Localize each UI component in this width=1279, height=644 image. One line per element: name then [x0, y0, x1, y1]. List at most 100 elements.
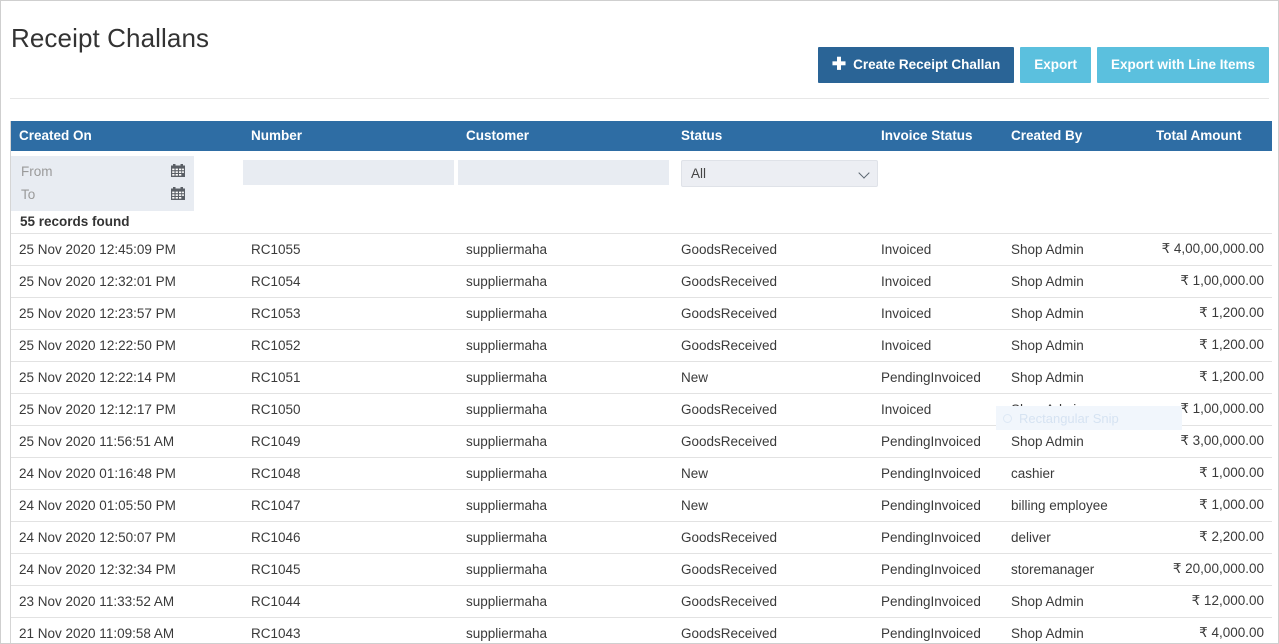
- column-header-customer[interactable]: Customer: [458, 121, 673, 151]
- cell-created-on: 25 Nov 2020 12:32:01 PM: [11, 265, 243, 298]
- cell-customer: suppliermaha: [458, 585, 673, 618]
- header-divider: [10, 98, 1269, 99]
- cell-amount: ₹ 4,00,00,000.00: [1148, 233, 1272, 266]
- table-row[interactable]: 23 Nov 2020 11:33:52 AM RC1044 suppliermah…: [11, 585, 1272, 618]
- date-from-field[interactable]: From: [11, 160, 194, 183]
- cell-status: GoodsReceived: [673, 265, 873, 298]
- cell-invoice-status: Invoiced: [873, 233, 1003, 266]
- cell-created-on: 24 Nov 2020 12:32:34 PM: [11, 553, 243, 586]
- cell-status: GoodsReceived: [673, 233, 873, 266]
- cell-invoice-status: PendingInvoiced: [873, 521, 1003, 554]
- export-button[interactable]: Export: [1020, 47, 1091, 83]
- table-row[interactable]: 25 Nov 2020 12:22:14 PM RC1051 suppliermah…: [11, 361, 1272, 394]
- table-body: From To All 55 records found: [11, 151, 1272, 234]
- filter-cell-invoice-status: [873, 151, 1003, 211]
- cell-amount: ₹ 2,200.00: [1148, 521, 1272, 554]
- cell-created-on: 23 Nov 2020 11:33:52 AM: [11, 585, 243, 618]
- cell-customer: suppliermaha: [458, 425, 673, 458]
- table-row[interactable]: 24 Nov 2020 12:50:07 PM RC1046 suppliermah…: [11, 521, 1272, 554]
- filter-cell-created-by: [1003, 151, 1148, 211]
- filter-cell-customer: [458, 151, 673, 211]
- number-filter-input[interactable]: [243, 160, 454, 185]
- table-row[interactable]: 21 Nov 2020 11:09:58 AM RC1043 suppliermah…: [11, 617, 1272, 643]
- cell-created-on: 24 Nov 2020 01:16:48 PM: [11, 457, 243, 490]
- cell-created-by: cashier: [1003, 457, 1148, 490]
- calendar-icon[interactable]: [171, 163, 185, 180]
- table-row[interactable]: 24 Nov 2020 01:16:48 PM RC1048 suppliermah…: [11, 457, 1272, 490]
- cell-customer: suppliermaha: [458, 393, 673, 426]
- plus-icon: ✚: [831, 54, 847, 74]
- action-button-bar: ✚ Create Receipt Challan Export Export w…: [817, 47, 1269, 83]
- filter-cell-total-amount: [1148, 151, 1272, 211]
- table-head: Created On Number Customer Status Invoic…: [11, 121, 1272, 151]
- cell-amount: ₹ 1,00,000.00: [1148, 265, 1272, 298]
- cell-status: GoodsReceived: [673, 297, 873, 330]
- cell-invoice-status: PendingInvoiced: [873, 361, 1003, 394]
- cell-created-by: Shop Admin: [1003, 617, 1148, 643]
- column-header-created-on[interactable]: Created On: [11, 121, 243, 151]
- cell-amount: ₹ 1,200.00: [1148, 361, 1272, 394]
- status-filter-wrapper: All: [681, 160, 878, 187]
- cell-amount: ₹ 1,000.00: [1148, 489, 1272, 522]
- cell-customer: suppliermaha: [458, 265, 673, 298]
- calendar-icon[interactable]: [171, 186, 185, 203]
- cell-number: RC1052: [243, 329, 458, 362]
- customer-filter-input[interactable]: [458, 160, 669, 185]
- column-header-created-by[interactable]: Created By: [1003, 121, 1148, 151]
- table-row[interactable]: 25 Nov 2020 12:12:17 PM RC1050 suppliermah…: [11, 393, 1272, 426]
- column-header-invoice-status[interactable]: Invoice Status: [873, 121, 1003, 151]
- cell-status: GoodsReceived: [673, 329, 873, 362]
- cell-customer: suppliermaha: [458, 361, 673, 394]
- cell-created-by: Shop Admin: [1003, 329, 1148, 362]
- cell-number: RC1053: [243, 297, 458, 330]
- cell-status: New: [673, 489, 873, 522]
- column-header-status[interactable]: Status: [673, 121, 873, 151]
- cell-created-on: 25 Nov 2020 12:23:57 PM: [11, 297, 243, 330]
- cell-created-on: 25 Nov 2020 12:22:50 PM: [11, 329, 243, 362]
- table-row[interactable]: 25 Nov 2020 11:56:51 AM RC1049 suppliermah…: [11, 425, 1272, 458]
- export-with-line-items-button[interactable]: Export with Line Items: [1096, 47, 1269, 83]
- table-row[interactable]: 25 Nov 2020 12:22:50 PM RC1052 suppliermah…: [11, 329, 1272, 362]
- cell-created-on: 24 Nov 2020 12:50:07 PM: [11, 521, 243, 554]
- column-header-number[interactable]: Number: [243, 121, 458, 151]
- cell-created-on: 25 Nov 2020 11:56:51 AM: [11, 425, 243, 458]
- cell-invoice-status: PendingInvoiced: [873, 553, 1003, 586]
- cell-created-on: 25 Nov 2020 12:12:17 PM: [11, 393, 243, 426]
- table-filter-row: From To All: [11, 151, 1272, 211]
- cell-invoice-status: PendingInvoiced: [873, 617, 1003, 643]
- cell-status: GoodsReceived: [673, 521, 873, 554]
- column-header-total-amount[interactable]: Total Amount: [1148, 121, 1272, 151]
- cell-invoice-status: PendingInvoiced: [873, 585, 1003, 618]
- cell-status: GoodsReceived: [673, 393, 873, 426]
- cell-number: RC1055: [243, 233, 458, 266]
- cell-customer: suppliermaha: [458, 617, 673, 643]
- table-data-body: 25 Nov 2020 12:45:09 PM RC1055 suppliermah…: [11, 233, 1272, 643]
- cell-invoice-status: Invoiced: [873, 393, 1003, 426]
- cell-amount: ₹ 1,200.00: [1148, 329, 1272, 362]
- table-row[interactable]: 25 Nov 2020 12:45:09 PM RC1055 suppliermah…: [11, 233, 1272, 266]
- cell-customer: suppliermaha: [458, 521, 673, 554]
- table-row[interactable]: 25 Nov 2020 12:32:01 PM RC1054 suppliermah…: [11, 265, 1272, 298]
- table-row[interactable]: 24 Nov 2020 12:32:34 PM RC1045 suppliermah…: [11, 553, 1272, 586]
- page-header: Receipt Challans ✚ Create Receipt Challa…: [1, 1, 1278, 106]
- cell-invoice-status: PendingInvoiced: [873, 457, 1003, 490]
- filter-cell-number: [243, 151, 458, 211]
- cell-amount: ₹ 3,00,000.00: [1148, 425, 1272, 458]
- create-receipt-challan-button[interactable]: ✚ Create Receipt Challan: [817, 47, 1015, 83]
- cell-number: RC1054: [243, 265, 458, 298]
- records-found-row: 55 records found: [11, 211, 1272, 234]
- cell-status: New: [673, 361, 873, 394]
- table-row[interactable]: 25 Nov 2020 12:23:57 PM RC1053 suppliermah…: [11, 297, 1272, 330]
- cell-amount: ₹ 1,00,000.00: [1148, 393, 1272, 426]
- table-row[interactable]: 24 Nov 2020 01:05:50 PM RC1047 suppliermah…: [11, 489, 1272, 522]
- cell-number: RC1044: [243, 585, 458, 618]
- status-filter-select[interactable]: All: [681, 160, 878, 187]
- cell-number: RC1043: [243, 617, 458, 643]
- cell-customer: suppliermaha: [458, 553, 673, 586]
- cell-created-on: 24 Nov 2020 01:05:50 PM: [11, 489, 243, 522]
- receipt-challans-table: Created On Number Customer Status Invoic…: [11, 121, 1272, 643]
- date-range-filter: From To: [11, 156, 194, 211]
- date-to-placeholder: To: [21, 187, 36, 202]
- cell-number: RC1045: [243, 553, 458, 586]
- date-to-field[interactable]: To: [11, 183, 194, 206]
